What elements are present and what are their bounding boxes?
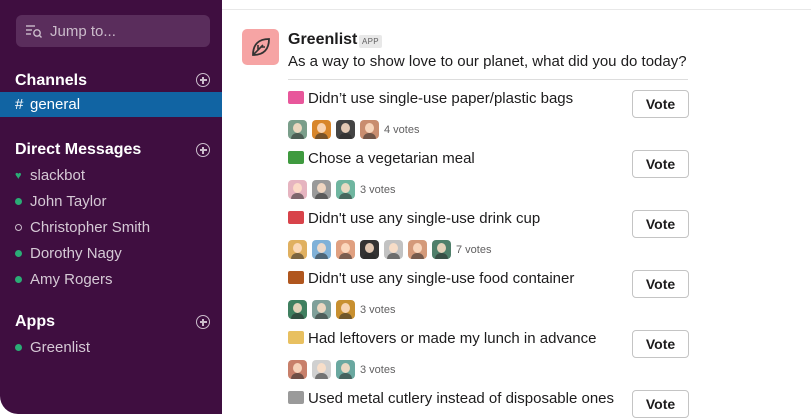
add-app-icon[interactable] xyxy=(196,315,210,329)
voter-avatar[interactable] xyxy=(360,240,379,259)
voter-list: 3 votes xyxy=(288,300,395,319)
voter-list: 3 votes xyxy=(288,180,395,199)
voter-avatar[interactable] xyxy=(288,240,307,259)
away-status-icon xyxy=(15,224,22,231)
option-label: Didn't use any single-use food container xyxy=(308,270,575,287)
sidebar-item-john-taylor[interactable]: John Taylor xyxy=(0,189,222,214)
fork-knife-icon xyxy=(288,391,304,404)
voter-avatar[interactable] xyxy=(360,120,379,139)
vote-button[interactable]: Vote xyxy=(632,330,689,358)
app-label: Greenlist xyxy=(30,339,91,356)
voter-avatar[interactable] xyxy=(288,300,307,319)
poll-question: As a way to show love to our planet, wha… xyxy=(288,53,687,70)
leaf-icon xyxy=(251,38,270,56)
option-label: Didn’t use single-use paper/plastic bags xyxy=(308,90,574,107)
heart-icon: ♥ xyxy=(15,169,22,182)
vote-count: 3 votes xyxy=(360,363,396,376)
add-channel-icon[interactable] xyxy=(196,73,210,87)
voter-list: 4 votes xyxy=(288,120,419,139)
online-status-icon xyxy=(15,250,22,257)
dm-label: Dorothy Nagy xyxy=(30,245,122,262)
voter-list: 3 votes xyxy=(288,360,395,379)
voter-avatar[interactable] xyxy=(312,120,331,139)
shopping-bag-icon xyxy=(288,91,304,104)
voter-avatar[interactable] xyxy=(384,240,403,259)
voter-avatar[interactable] xyxy=(336,180,355,199)
bento-box-icon xyxy=(288,271,304,284)
voter-list: 7 votes xyxy=(288,240,491,259)
app-name[interactable]: Greenlist xyxy=(288,31,357,49)
voter-avatar[interactable] xyxy=(432,240,451,259)
direct-messages-header[interactable]: Direct Messages xyxy=(15,141,141,159)
dm-label: slackbot xyxy=(30,167,86,184)
online-status-icon xyxy=(15,344,22,351)
vote-count: 3 votes xyxy=(360,303,396,316)
channel-label: general xyxy=(30,96,81,113)
poll-divider xyxy=(288,79,688,80)
vote-button[interactable]: Vote xyxy=(632,210,689,238)
cook-icon xyxy=(288,331,304,344)
option-text: Used metal cutlery instead of disposable… xyxy=(288,390,614,407)
vote-count: 7 votes xyxy=(456,243,492,256)
sidebar-item-dorothy-nagy[interactable]: Dorothy Nagy xyxy=(0,241,222,266)
voter-avatar[interactable] xyxy=(408,240,427,259)
header-divider xyxy=(222,9,811,10)
app-badge: APP xyxy=(359,35,382,48)
sidebar-item-slackbot[interactable]: ♥ slackbot xyxy=(0,163,222,188)
voter-avatar[interactable] xyxy=(288,360,307,379)
search-filter-icon xyxy=(25,22,43,40)
option-text: Didn't use any single-use drink cup xyxy=(288,210,540,227)
dm-label: Christopher Smith xyxy=(30,219,151,236)
voter-avatar[interactable] xyxy=(312,180,331,199)
leaf-icon xyxy=(288,151,304,164)
voter-avatar[interactable] xyxy=(336,240,355,259)
sidebar-item-amy-rogers[interactable]: Amy Rogers xyxy=(0,267,222,292)
option-label: Chose a vegetarian meal xyxy=(308,150,475,167)
dm-label: Amy Rogers xyxy=(30,271,113,288)
sidebar-item-christopher-smith[interactable]: Christopher Smith xyxy=(0,215,222,240)
voter-avatar[interactable] xyxy=(312,240,331,259)
cup-icon xyxy=(288,211,304,224)
sidebar: Jump to... Channels # general Direct Mes… xyxy=(0,0,222,414)
voter-avatar[interactable] xyxy=(288,180,307,199)
voter-avatar[interactable] xyxy=(312,360,331,379)
vote-button[interactable]: Vote xyxy=(632,270,689,298)
voter-avatar[interactable] xyxy=(288,120,307,139)
voter-avatar[interactable] xyxy=(336,360,355,379)
sidebar-item-greenlist[interactable]: Greenlist xyxy=(0,335,222,360)
online-status-icon xyxy=(15,276,22,283)
greenlist-app-avatar[interactable] xyxy=(242,29,279,65)
option-text: Chose a vegetarian meal xyxy=(288,150,475,167)
search-placeholder: Jump to... xyxy=(50,22,116,40)
sidebar-item-general[interactable]: # general xyxy=(0,92,222,117)
option-label: Had leftovers or made my lunch in advanc… xyxy=(308,330,597,347)
apps-header[interactable]: Apps xyxy=(15,313,55,331)
hash-icon: # xyxy=(15,96,24,113)
vote-count: 3 votes xyxy=(360,183,396,196)
dm-label: John Taylor xyxy=(30,193,107,210)
option-label: Didn't use any single-use drink cup xyxy=(308,210,541,227)
option-text: Had leftovers or made my lunch in advanc… xyxy=(288,330,596,347)
vote-count: 4 votes xyxy=(384,123,420,136)
add-dm-icon[interactable] xyxy=(196,143,210,157)
option-text: Didn't use any single-use food container xyxy=(288,270,574,287)
vote-button[interactable]: Vote xyxy=(632,150,689,178)
option-text: Didn’t use single-use paper/plastic bags xyxy=(288,90,573,107)
option-label: Used metal cutlery instead of disposable… xyxy=(308,390,615,407)
vote-button[interactable]: Vote xyxy=(632,90,689,118)
voter-avatar[interactable] xyxy=(336,120,355,139)
online-status-icon xyxy=(15,198,22,205)
jump-to-search[interactable]: Jump to... xyxy=(16,15,210,47)
voter-avatar[interactable] xyxy=(312,300,331,319)
voter-avatar[interactable] xyxy=(336,300,355,319)
channels-header[interactable]: Channels xyxy=(15,72,87,90)
